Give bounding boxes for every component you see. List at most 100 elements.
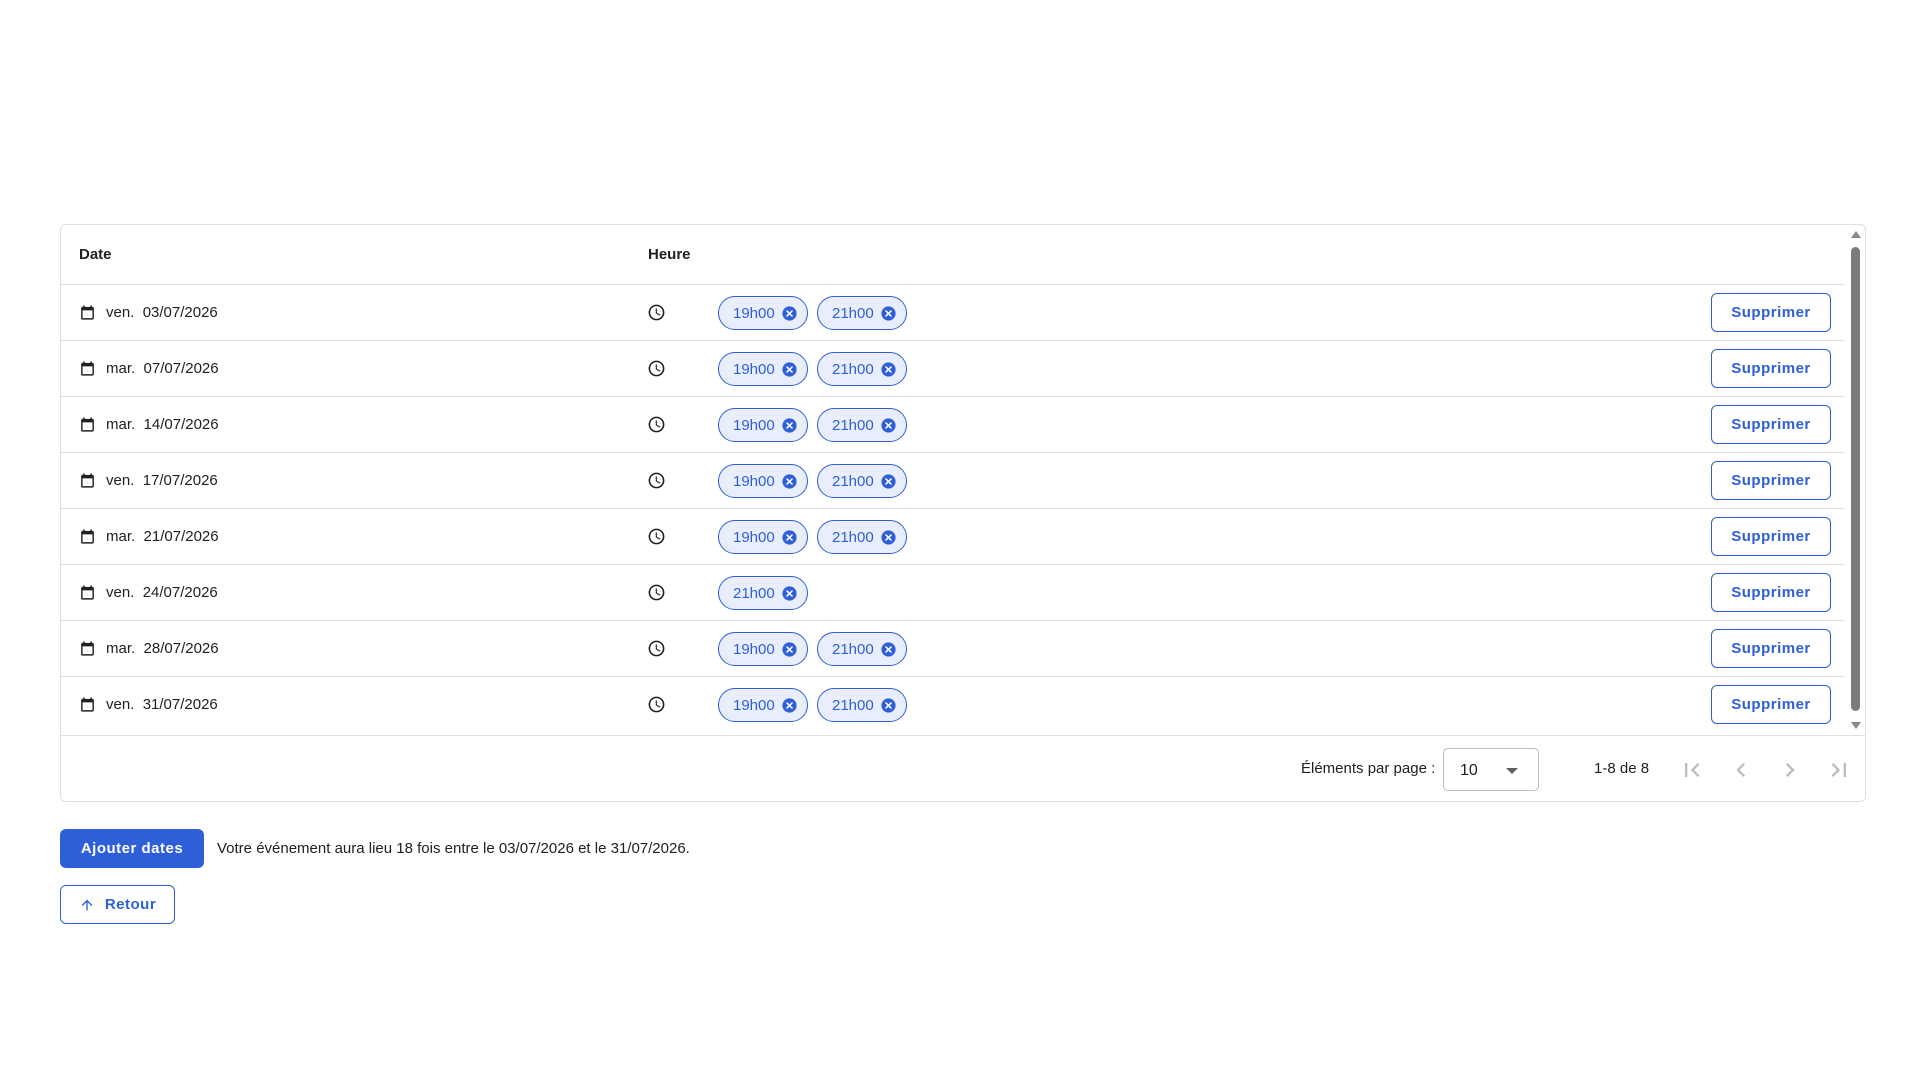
back-button[interactable]: Retour <box>60 885 175 924</box>
last-page-button[interactable] <box>1825 756 1853 784</box>
time-chip-label: 21h00 <box>832 360 874 378</box>
calendar-icon <box>79 640 96 657</box>
next-page-button[interactable] <box>1776 756 1804 784</box>
calendar-icon <box>79 360 96 377</box>
day-name: mar. <box>106 416 136 433</box>
delete-date-button[interactable]: Supprimer <box>1711 461 1831 500</box>
date-value: 21/07/2026 <box>143 528 219 545</box>
table-scrollbar[interactable] <box>1845 225 1865 735</box>
calendar-icon <box>79 472 96 489</box>
chevron-right-icon <box>1786 763 1795 777</box>
time-chip-label: 21h00 <box>832 640 874 658</box>
date-value: 17/07/2026 <box>142 472 218 489</box>
date-value: 31/07/2026 <box>142 696 218 713</box>
delete-date-button[interactable]: Supprimer <box>1711 629 1831 668</box>
clock-icon <box>647 527 666 546</box>
cancel-circle-icon[interactable] <box>880 529 897 546</box>
delete-date-button[interactable]: Supprimer <box>1711 405 1831 444</box>
cancel-circle-icon[interactable] <box>781 473 798 490</box>
date-cell: mar. 21/07/2026 <box>106 528 219 545</box>
clock-icon <box>647 695 666 714</box>
day-name: mar. <box>106 360 136 377</box>
scroll-down-arrow-icon[interactable] <box>1851 722 1861 729</box>
time-chip[interactable]: 19h00 <box>718 296 808 330</box>
cancel-circle-icon[interactable] <box>781 305 798 322</box>
time-chip[interactable]: 19h00 <box>718 688 808 722</box>
clock-icon <box>647 303 666 322</box>
time-chip[interactable]: 21h00 <box>718 576 808 610</box>
date-value: 03/07/2026 <box>142 304 218 321</box>
time-chips: 19h00 21h00 <box>718 408 907 442</box>
delete-date-button[interactable]: Supprimer <box>1711 573 1831 612</box>
time-chips: 19h00 21h00 <box>718 632 907 666</box>
time-chip[interactable]: 21h00 <box>817 296 907 330</box>
time-chips: 19h00 21h00 <box>718 296 907 330</box>
cancel-circle-icon[interactable] <box>880 361 897 378</box>
calendar-icon <box>79 696 96 713</box>
previous-page-button[interactable] <box>1727 756 1755 784</box>
cancel-circle-icon[interactable] <box>880 641 897 658</box>
cancel-circle-icon[interactable] <box>781 641 798 658</box>
actions-row: Ajouter dates Votre événement aura lieu … <box>60 829 690 868</box>
cancel-circle-icon[interactable] <box>880 473 897 490</box>
page-size-select[interactable]: 10 <box>1443 748 1539 791</box>
time-chip[interactable]: 19h00 <box>718 632 808 666</box>
calendar-icon <box>79 528 96 545</box>
day-name: ven. <box>106 304 135 321</box>
event-summary-text: Votre événement aura lieu 18 fois entre … <box>217 840 690 857</box>
time-chip[interactable]: 21h00 <box>817 520 907 554</box>
page-size-value: 10 <box>1460 762 1478 779</box>
date-value: 28/07/2026 <box>143 640 219 657</box>
date-value: 14/07/2026 <box>143 416 219 433</box>
add-dates-button[interactable]: Ajouter dates <box>60 829 204 868</box>
time-chip-label: 19h00 <box>733 416 775 434</box>
table-row: ven. 24/07/2026 21h00 Supprimer <box>61 565 1845 621</box>
time-chip[interactable]: 19h00 <box>718 520 808 554</box>
time-chip[interactable]: 19h00 <box>718 408 808 442</box>
time-chip[interactable]: 21h00 <box>817 352 907 386</box>
time-chip-label: 19h00 <box>733 528 775 546</box>
date-value: 07/07/2026 <box>143 360 219 377</box>
table-row: mar. 21/07/2026 19h00 21h00 Supprimer <box>61 509 1845 565</box>
cancel-circle-icon[interactable] <box>781 585 798 602</box>
calendar-icon <box>79 304 96 321</box>
arrow-up-icon <box>81 899 93 910</box>
delete-date-button[interactable]: Supprimer <box>1711 685 1831 724</box>
time-chip-label: 19h00 <box>733 472 775 490</box>
time-chip[interactable]: 19h00 <box>718 352 808 386</box>
day-name: ven. <box>106 696 135 713</box>
time-chip-label: 19h00 <box>733 696 775 714</box>
time-chip[interactable]: 21h00 <box>817 408 907 442</box>
scroll-up-arrow-icon[interactable] <box>1851 231 1861 238</box>
first-page-button[interactable] <box>1678 756 1706 784</box>
scroll-thumb[interactable] <box>1851 247 1860 711</box>
time-chip[interactable]: 21h00 <box>817 688 907 722</box>
time-chip[interactable]: 21h00 <box>817 632 907 666</box>
cancel-circle-icon[interactable] <box>781 361 798 378</box>
time-chip-label: 21h00 <box>832 472 874 490</box>
time-chip[interactable]: 19h00 <box>718 464 808 498</box>
cancel-circle-icon[interactable] <box>781 697 798 714</box>
dates-table: Date Heure ven. 03/07/2026 19h00 21h00 S… <box>61 225 1845 735</box>
day-name: ven. <box>106 472 135 489</box>
date-value: 24/07/2026 <box>142 584 218 601</box>
delete-date-button[interactable]: Supprimer <box>1711 293 1831 332</box>
cancel-circle-icon[interactable] <box>781 529 798 546</box>
cancel-circle-icon[interactable] <box>880 697 897 714</box>
time-chips: 19h00 21h00 <box>718 352 907 386</box>
items-per-page-label: Éléments par page : <box>1301 760 1436 777</box>
delete-date-button[interactable]: Supprimer <box>1711 517 1831 556</box>
date-cell: ven. 31/07/2026 <box>106 696 218 713</box>
time-chips: 19h00 21h00 <box>718 688 907 722</box>
cancel-circle-icon[interactable] <box>880 305 897 322</box>
time-chip-label: 21h00 <box>733 584 775 602</box>
time-chip[interactable]: 21h00 <box>817 464 907 498</box>
delete-date-button[interactable]: Supprimer <box>1711 349 1831 388</box>
date-cell: mar. 07/07/2026 <box>106 360 219 377</box>
time-chip-label: 21h00 <box>832 696 874 714</box>
clock-icon <box>647 359 666 378</box>
cancel-circle-icon[interactable] <box>880 417 897 434</box>
date-cell: mar. 14/07/2026 <box>106 416 219 433</box>
cancel-circle-icon[interactable] <box>781 417 798 434</box>
date-cell: mar. 28/07/2026 <box>106 640 219 657</box>
